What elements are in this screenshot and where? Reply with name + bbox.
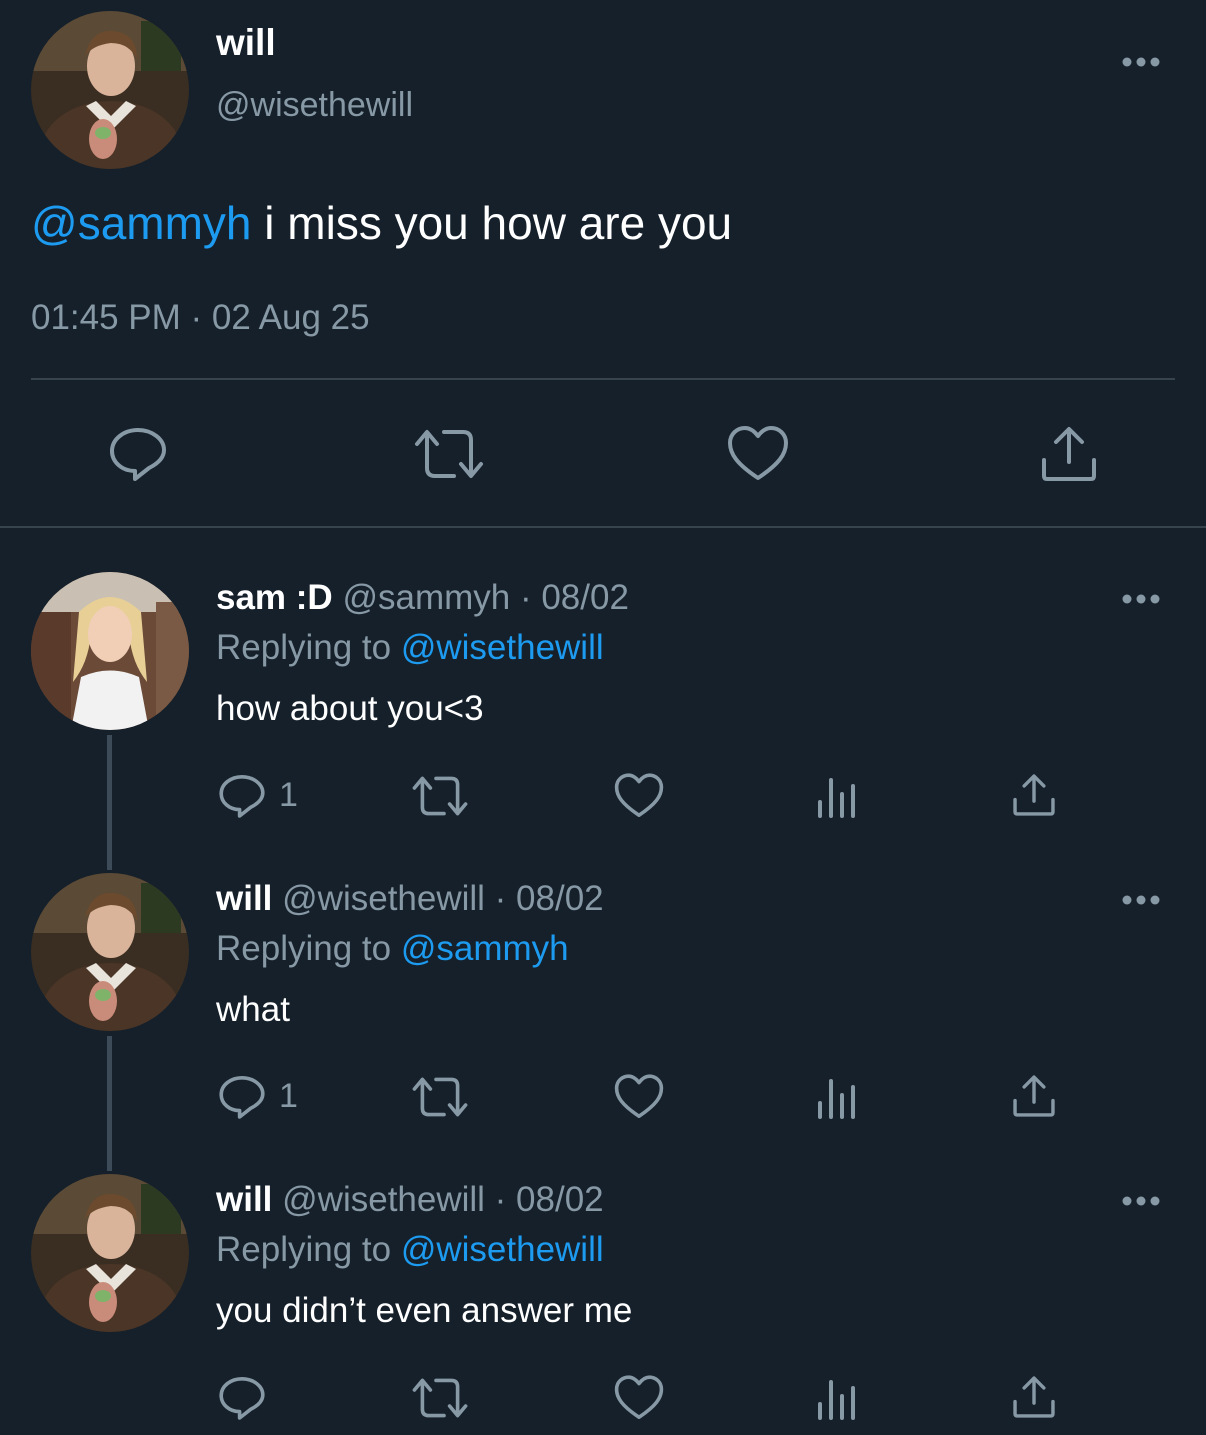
tweet-timestamp: 01:45 PM · 02 Aug 25: [31, 298, 370, 337]
reply-text: how about you<3: [216, 689, 484, 728]
thread-line: [107, 735, 112, 870]
analytics-icon[interactable]: [816, 1075, 858, 1119]
reply-icon[interactable]: [218, 1374, 266, 1422]
replying-to: Replying to @wisethewill: [216, 628, 604, 668]
reply-header: will @wisethewill · 08/02: [216, 879, 604, 919]
analytics-icon[interactable]: [816, 1376, 858, 1420]
retweet-icon[interactable]: [414, 424, 484, 484]
share-icon[interactable]: [1012, 1073, 1056, 1119]
reply-count: 1: [279, 1077, 298, 1115]
share-icon[interactable]: [1012, 1374, 1056, 1420]
will-avatar[interactable]: [31, 873, 189, 1031]
replying-to-link[interactable]: @wisethewill: [401, 628, 604, 667]
more-options-icon[interactable]: [1121, 52, 1161, 72]
reply-meta: @wisethewill · 08/02: [282, 879, 604, 918]
more-options-icon[interactable]: [1121, 1191, 1161, 1211]
replying-to: Replying to @wisethewill: [216, 1230, 604, 1270]
reply-header: sam :D @sammyh · 08/02: [216, 578, 629, 618]
mention-link[interactable]: @sammyh: [31, 197, 252, 249]
replying-prefix: Replying to: [216, 929, 401, 968]
will-avatar[interactable]: [31, 11, 189, 169]
tweet-body: i miss you how are you: [251, 197, 733, 249]
replying-to: Replying to @sammyh: [216, 929, 569, 969]
reply-count: 1: [279, 776, 298, 814]
like-icon[interactable]: [614, 1374, 664, 1422]
replying-to-link[interactable]: @wisethewill: [401, 1230, 604, 1269]
author-name[interactable]: sam :D: [216, 578, 333, 617]
reply-icon[interactable]: [218, 1073, 266, 1121]
replying-to-link[interactable]: @sammyh: [401, 929, 569, 968]
share-icon[interactable]: [1012, 772, 1056, 818]
share-icon[interactable]: [1040, 424, 1098, 484]
like-icon[interactable]: [614, 1073, 664, 1121]
reply-icon[interactable]: [218, 772, 266, 820]
reply-text: you didn’t even answer me: [216, 1291, 633, 1330]
replying-prefix: Replying to: [216, 628, 401, 667]
like-icon[interactable]: [614, 772, 664, 820]
more-options-icon[interactable]: [1121, 589, 1161, 609]
reply-meta: @sammyh · 08/02: [342, 578, 629, 617]
sam-avatar[interactable]: [31, 572, 189, 730]
divider: [0, 526, 1206, 528]
more-options-icon[interactable]: [1121, 890, 1161, 910]
divider: [31, 378, 1175, 380]
retweet-icon[interactable]: [412, 1374, 468, 1422]
tweet-text: @sammyh i miss you how are you: [31, 196, 732, 250]
reply-icon[interactable]: [108, 424, 168, 484]
will-avatar[interactable]: [31, 1174, 189, 1332]
retweet-icon[interactable]: [412, 772, 468, 820]
author-name[interactable]: will: [216, 22, 276, 64]
retweet-icon[interactable]: [412, 1073, 468, 1121]
like-icon[interactable]: [727, 424, 789, 484]
author-name[interactable]: will: [216, 879, 272, 918]
replying-prefix: Replying to: [216, 1230, 401, 1269]
author-handle[interactable]: @wisethewill: [216, 86, 413, 125]
reply-header: will @wisethewill · 08/02: [216, 1180, 604, 1220]
reply-text: what: [216, 990, 290, 1029]
analytics-icon[interactable]: [816, 774, 858, 818]
thread-line: [107, 1036, 112, 1171]
author-name[interactable]: will: [216, 1180, 272, 1219]
reply-meta: @wisethewill · 08/02: [282, 1180, 604, 1219]
